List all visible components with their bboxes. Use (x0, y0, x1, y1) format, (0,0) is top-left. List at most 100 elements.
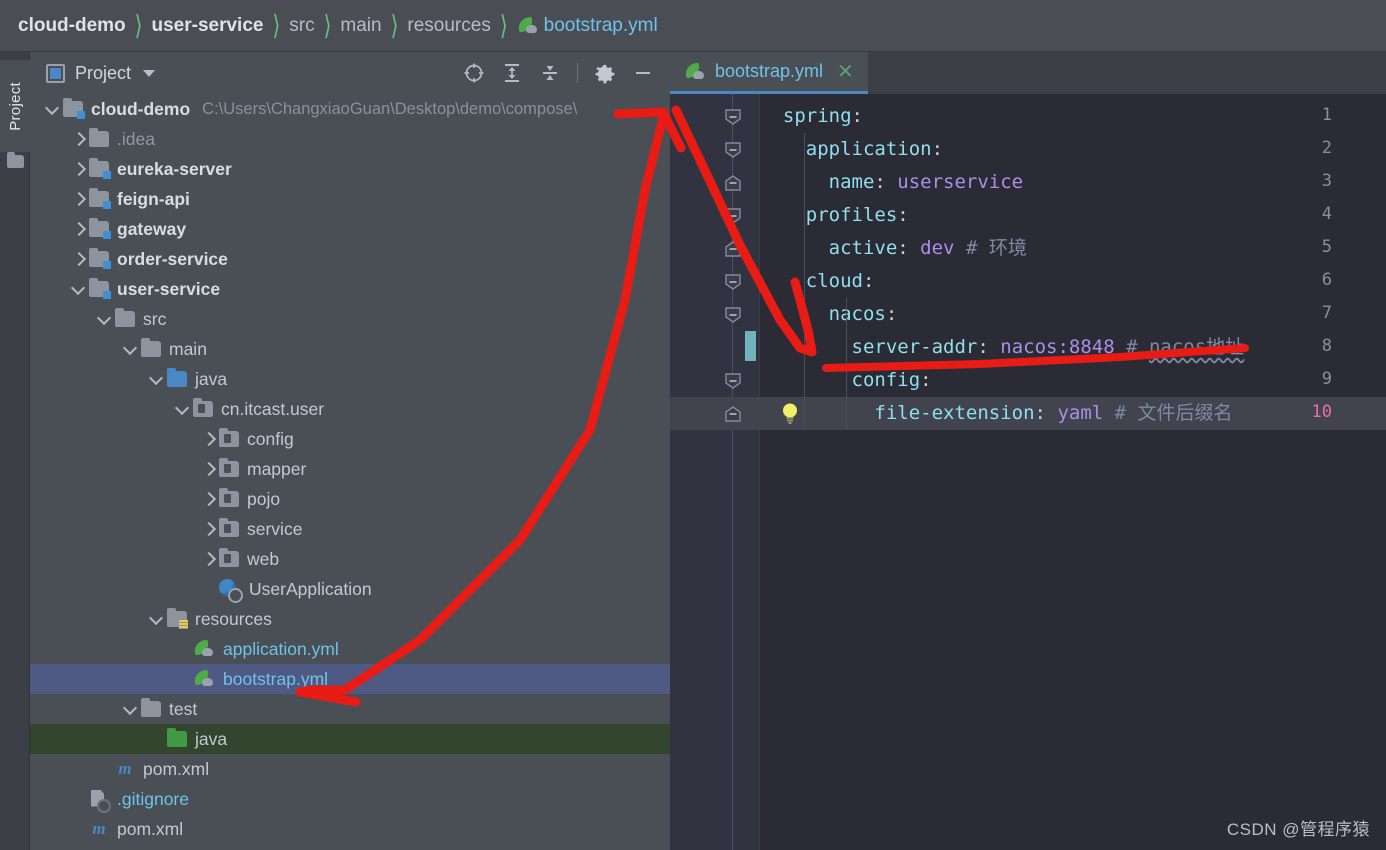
tree-item-bootstrap-yml[interactable]: bootstrap.yml (30, 664, 670, 694)
chevron-right-icon[interactable] (70, 251, 86, 267)
editor-tab-bootstrap-yml[interactable]: bootstrap.yml ✕ (670, 52, 868, 94)
tree-item-src[interactable]: src (30, 304, 670, 334)
editor-gutter[interactable] (670, 94, 760, 850)
breadcrumb-item-user-service[interactable]: user-service (151, 15, 263, 37)
package-icon (219, 488, 239, 507)
code-line[interactable]: application: (760, 133, 943, 166)
tree-item-order-service[interactable]: order-service (30, 244, 670, 274)
fold-expanded-icon[interactable] (724, 141, 742, 159)
tree-item-eureka-server[interactable]: eureka-server (30, 154, 670, 184)
code-token: : (977, 336, 1001, 358)
tree-item-web[interactable]: web (30, 544, 670, 574)
tree-item-java[interactable]: java (30, 724, 670, 754)
tree-item-gateway[interactable]: gateway (30, 214, 670, 244)
tree-item-resources[interactable]: resources (30, 604, 670, 634)
expand-all-icon[interactable] (501, 62, 523, 84)
chevron-down-icon[interactable] (96, 311, 112, 327)
chevron-right-icon[interactable] (200, 521, 216, 537)
code-line[interactable]: active: dev # 环境 (760, 232, 1027, 265)
tree-item-cn-itcast-user[interactable]: cn.itcast.user (30, 394, 670, 424)
code-token: : (862, 270, 875, 292)
indent-guide (846, 298, 847, 430)
maven-icon: m (118, 759, 132, 778)
tree-item-service[interactable]: service (30, 514, 670, 544)
chevron-right-icon[interactable] (200, 551, 216, 567)
chevron-right-icon[interactable] (200, 491, 216, 507)
package-icon (219, 428, 239, 447)
chevron-down-icon[interactable] (143, 69, 156, 77)
locate-icon[interactable] (463, 62, 485, 84)
chevron-right-icon[interactable] (70, 221, 86, 237)
tree-item-feign-api[interactable]: feign-api (30, 184, 670, 214)
code-line[interactable]: file-extension: yaml # 文件后缀名 (760, 397, 1233, 430)
folder-icon (141, 338, 161, 357)
fold-expanded-icon[interactable] (724, 372, 742, 390)
tool-window-tab-project[interactable]: Project (0, 60, 30, 152)
tree-item-idea[interactable]: .idea (30, 124, 670, 154)
code-line[interactable]: profiles: (760, 199, 909, 232)
tree-item-pom-xml[interactable]: m pom.xml (30, 754, 670, 784)
tree-item-label: .gitignore (117, 788, 189, 809)
collapse-all-icon[interactable] (539, 62, 561, 84)
package-icon (219, 548, 239, 567)
tree-item-java[interactable]: java (30, 364, 670, 394)
tree-item-user-service[interactable]: user-service (30, 274, 670, 304)
fold-leaf-icon[interactable] (724, 240, 742, 258)
breadcrumb-item-bootstrap-yml[interactable]: bootstrap.yml (544, 15, 658, 37)
tree-item-pojo[interactable]: pojo (30, 484, 670, 514)
chevron-down-icon[interactable] (70, 281, 86, 297)
code-area[interactable]: 1 2 3 4 5 6 7 8 9 10 spring: application: name: u… (670, 94, 1386, 850)
code-line[interactable]: spring: (760, 100, 863, 133)
chevron-down-icon[interactable] (148, 611, 164, 627)
tree-item-main[interactable]: main (30, 334, 670, 364)
fold-expanded-icon[interactable] (724, 273, 742, 291)
chevron-right-icon[interactable] (70, 161, 86, 177)
code-content[interactable]: spring: application: name: userservice p… (760, 94, 1386, 850)
chevron-down-icon[interactable] (122, 701, 138, 717)
breadcrumb-item-main[interactable]: main (340, 15, 381, 37)
chevron-down-icon[interactable] (148, 371, 164, 387)
code-line[interactable]: cloud: (760, 265, 875, 298)
code-token: : (931, 138, 944, 160)
code-token: application (805, 138, 932, 160)
code-line[interactable]: server-addr: nacos:8848 # nacos地址 (760, 331, 1245, 364)
chevron-right-icon[interactable] (200, 461, 216, 477)
project-panel-toolbar (463, 62, 660, 84)
tree-item-test[interactable]: test (30, 694, 670, 724)
breadcrumb-item-cloud-demo[interactable]: cloud-demo (18, 15, 126, 37)
code-token: config (851, 369, 921, 391)
chevron-down-icon[interactable] (174, 401, 190, 417)
fold-expanded-icon[interactable] (724, 207, 742, 225)
tree-item-pom-xml[interactable]: m pom.xml (30, 814, 670, 844)
code-token: # 文件后缀名 (1114, 402, 1233, 424)
hide-icon[interactable] (632, 62, 654, 84)
project-tree[interactable]: cloud-demo C:\Users\ChangxiaoGuan\Desktop… (30, 94, 670, 850)
chevron-right-icon[interactable] (200, 431, 216, 447)
chevron-right-icon[interactable] (70, 131, 86, 147)
fold-leaf-icon[interactable] (724, 174, 742, 192)
code-line[interactable]: nacos: (760, 298, 898, 331)
chevron-down-icon[interactable] (44, 101, 60, 117)
tree-item-gitignore[interactable]: .gitignore (30, 784, 670, 814)
tree-item-mapper[interactable]: mapper (30, 454, 670, 484)
settings-gear-icon[interactable] (594, 62, 616, 84)
tree-item-cloud-demo[interactable]: cloud-demo C:\Users\ChangxiaoGuan\Desktop… (30, 94, 670, 124)
vcs-change-marker[interactable] (745, 331, 756, 361)
code-line[interactable]: name: userservice (760, 166, 1024, 199)
breadcrumb-item-src[interactable]: src (289, 15, 314, 37)
tree-item-config[interactable]: config (30, 424, 670, 454)
chevron-down-icon[interactable] (122, 341, 138, 357)
watermark: CSDN @管程序猿 (1226, 820, 1370, 839)
fold-leaf-icon[interactable] (724, 405, 742, 423)
folder-icon (115, 308, 135, 327)
chevron-right-icon[interactable] (70, 191, 86, 207)
fold-expanded-icon[interactable] (724, 108, 742, 126)
fold-expanded-icon[interactable] (724, 306, 742, 324)
tree-item-application-yml[interactable]: application.yml (30, 634, 670, 664)
tree-item-userapplication[interactable]: UserApplication (30, 574, 670, 604)
tree-item-label: pom.xml (117, 818, 184, 839)
breadcrumb-item-resources[interactable]: resources (407, 15, 490, 37)
close-icon[interactable]: ✕ (837, 62, 854, 82)
tree-item-label: resources (195, 608, 272, 629)
